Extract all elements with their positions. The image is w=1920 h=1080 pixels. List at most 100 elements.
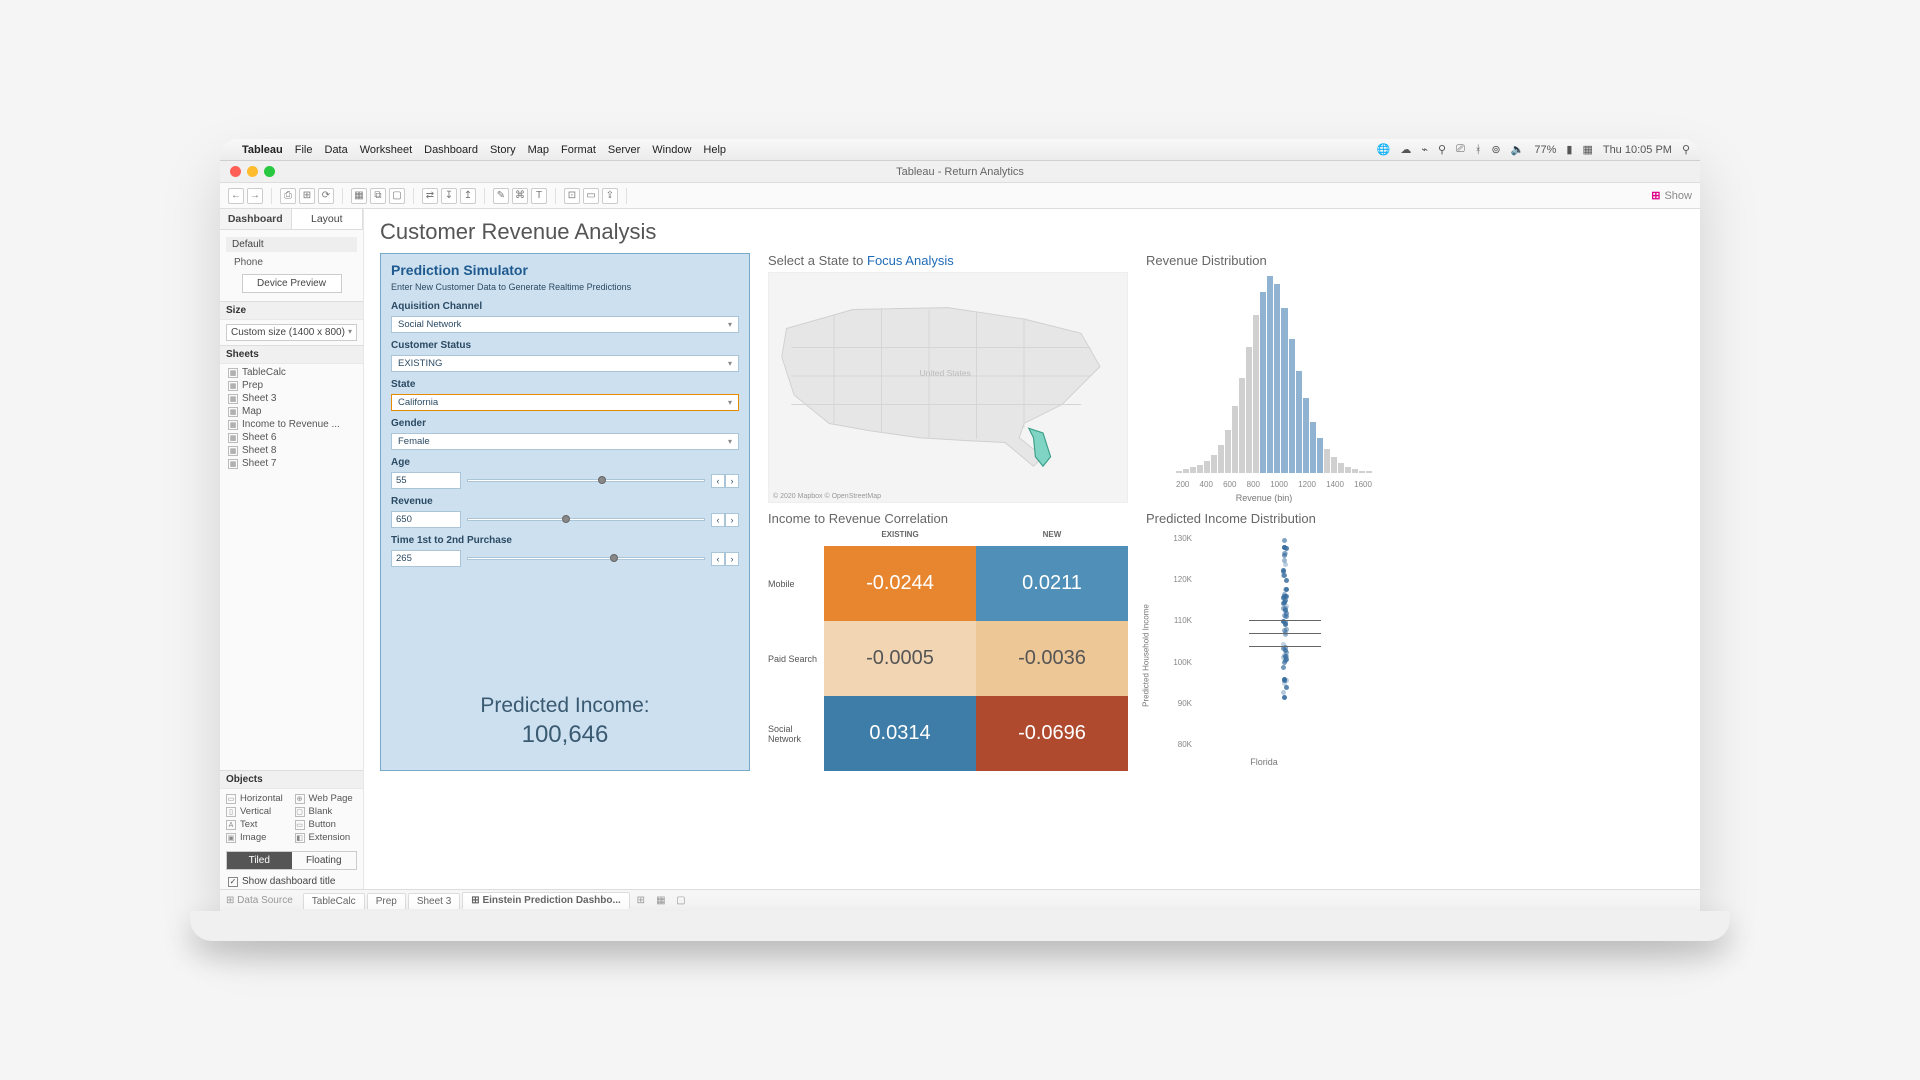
menu-story[interactable]: Story [490, 144, 516, 156]
object-webpage[interactable]: ⊕Web Page [295, 793, 358, 804]
sheet-item[interactable]: ▦Sheet 8 [220, 444, 363, 457]
size-dropdown[interactable]: Custom size (1400 x 800)▾ [226, 324, 357, 341]
sim-state-dropdown[interactable]: California▾ [391, 394, 739, 411]
sim-age-input[interactable]: 55 [391, 472, 461, 489]
toolbar-save-icon[interactable]: ⎙ [280, 188, 296, 204]
toolbar-clear-icon[interactable]: ▢ [389, 188, 405, 204]
toolbar-duplicate-icon[interactable]: ⧉ [370, 188, 386, 204]
predicted-distribution-panel[interactable]: Predicted Income Distribution Predicted … [1146, 511, 1382, 771]
search-icon[interactable]: ⚲ [1438, 143, 1446, 156]
toolbar-back-icon[interactable]: ← [228, 188, 244, 204]
toolbar-share-icon[interactable]: ⇪ [602, 188, 618, 204]
layout-mode-toggle[interactable]: Tiled Floating [226, 851, 357, 870]
zoom-window-icon[interactable] [264, 166, 275, 177]
new-worksheet-icon[interactable]: ⊞ [632, 895, 650, 906]
volume-icon[interactable]: 🔈 [1511, 143, 1525, 156]
histogram-bar[interactable] [1253, 315, 1259, 473]
sim-time-stepper[interactable]: ‹› [711, 552, 739, 566]
spotlight-icon[interactable]: ⚲ [1682, 143, 1690, 156]
histogram-bar[interactable] [1190, 467, 1196, 473]
sidebar-tab-layout[interactable]: Layout [292, 209, 364, 229]
bluetooth-icon[interactable]: ᚼ [1475, 144, 1482, 156]
object-extension[interactable]: ◧Extension [295, 832, 358, 843]
histogram-bar[interactable] [1267, 276, 1273, 473]
histogram-bar[interactable] [1338, 463, 1344, 473]
toolbar-fit-icon[interactable]: ⊡ [564, 188, 580, 204]
histogram-bar[interactable] [1225, 430, 1231, 473]
histogram-bar[interactable] [1260, 292, 1266, 473]
new-story-icon[interactable]: ▢ [672, 895, 690, 906]
histogram-bar[interactable] [1183, 469, 1189, 473]
histogram-bar[interactable] [1289, 339, 1295, 473]
sim-gender-dropdown[interactable]: Female▾ [391, 433, 739, 450]
sim-rev-slider[interactable] [467, 518, 705, 521]
histogram-bar[interactable] [1345, 467, 1351, 473]
histogram-bar[interactable] [1274, 284, 1280, 473]
object-button[interactable]: ▭Button [295, 819, 358, 830]
toolbar-swap-icon[interactable]: ⇄ [422, 188, 438, 204]
wifi-icon[interactable]: ⊚ [1491, 143, 1500, 156]
toolbar-group-icon[interactable]: ⌘ [512, 188, 528, 204]
menu-file[interactable]: File [295, 144, 313, 156]
histogram-bar[interactable] [1296, 371, 1302, 473]
us-map[interactable]: United States [777, 281, 1119, 471]
sim-rev-input[interactable]: 650 [391, 511, 461, 528]
sheet-item[interactable]: ▦Sheet 3 [220, 392, 363, 405]
histogram-bar[interactable] [1366, 471, 1372, 473]
device-default[interactable]: Default [226, 237, 357, 252]
bottom-tab[interactable]: Sheet 3 [408, 893, 460, 909]
menu-format[interactable]: Format [561, 144, 596, 156]
bottom-tab[interactable]: TableCalc [303, 893, 365, 909]
menu-window[interactable]: Window [652, 144, 691, 156]
sim-time-input[interactable]: 265 [391, 550, 461, 567]
sheet-item[interactable]: ▦Income to Revenue ... [220, 418, 363, 431]
correlation-cell[interactable]: -0.0005 [824, 621, 976, 696]
histogram-bar[interactable] [1232, 406, 1238, 473]
correlation-cell[interactable]: -0.0036 [976, 621, 1128, 696]
menu-help[interactable]: Help [703, 144, 726, 156]
sim-age-stepper[interactable]: ‹› [711, 474, 739, 488]
toolbar-sort-desc-icon[interactable]: ↥ [460, 188, 476, 204]
globe-icon[interactable]: 🌐 [1377, 143, 1391, 156]
histogram-bar[interactable] [1359, 471, 1365, 473]
sheet-item[interactable]: ▦Sheet 7 [220, 457, 363, 470]
new-dashboard-icon[interactable]: ▦ [652, 895, 670, 906]
correlation-cell[interactable]: -0.0244 [824, 546, 976, 621]
object-horizontal[interactable]: ▭Horizontal [226, 793, 289, 804]
toolbar-highlight-icon[interactable]: ✎ [493, 188, 509, 204]
histogram-bar[interactable] [1331, 457, 1337, 473]
sim-status-dropdown[interactable]: EXISTING▾ [391, 355, 739, 372]
tiled-mode[interactable]: Tiled [227, 852, 292, 869]
floating-mode[interactable]: Floating [292, 852, 357, 869]
revenue-distribution-panel[interactable]: Revenue Distribution 2004006008001000120… [1146, 253, 1382, 503]
sim-rev-stepper[interactable]: ‹› [711, 513, 739, 527]
histogram-bar[interactable] [1176, 471, 1182, 473]
device-phone[interactable]: Phone [226, 255, 357, 270]
menu-map[interactable]: Map [528, 144, 549, 156]
display-icon[interactable]: ⎚ [1456, 143, 1465, 156]
clock[interactable]: Thu 10:05 PM [1603, 144, 1672, 156]
minimize-window-icon[interactable] [247, 166, 258, 177]
correlation-cell[interactable]: 0.0314 [824, 696, 976, 771]
data-source-tab[interactable]: ⊞ Data Source [226, 895, 301, 906]
sim-time-slider[interactable] [467, 557, 705, 560]
menu-worksheet[interactable]: Worksheet [360, 144, 412, 156]
histogram-bar[interactable] [1281, 308, 1287, 473]
app-name[interactable]: Tableau [242, 144, 283, 156]
menu-data[interactable]: Data [325, 144, 348, 156]
toolbar-sort-asc-icon[interactable]: ↧ [441, 188, 457, 204]
sheet-item[interactable]: ▦Map [220, 405, 363, 418]
histogram-bar[interactable] [1246, 347, 1252, 473]
show-me-button[interactable]: ⊞Show [1651, 189, 1692, 202]
show-title-checkbox[interactable]: ✓ Show dashboard title [220, 874, 363, 889]
histogram-bar[interactable] [1204, 461, 1210, 473]
cloud-icon[interactable]: ☁ [1400, 143, 1411, 156]
object-blank[interactable]: ▢Blank [295, 806, 358, 817]
histogram-bar[interactable] [1211, 455, 1217, 473]
toolbar-refresh-icon[interactable]: ⟳ [318, 188, 334, 204]
menu-server[interactable]: Server [608, 144, 640, 156]
toolbar-label-icon[interactable]: T [531, 188, 547, 204]
status-icon[interactable]: ⌁ [1421, 143, 1428, 156]
toolbar-forward-icon[interactable]: → [247, 188, 263, 204]
flag-icon[interactable]: ▦ [1582, 143, 1592, 156]
